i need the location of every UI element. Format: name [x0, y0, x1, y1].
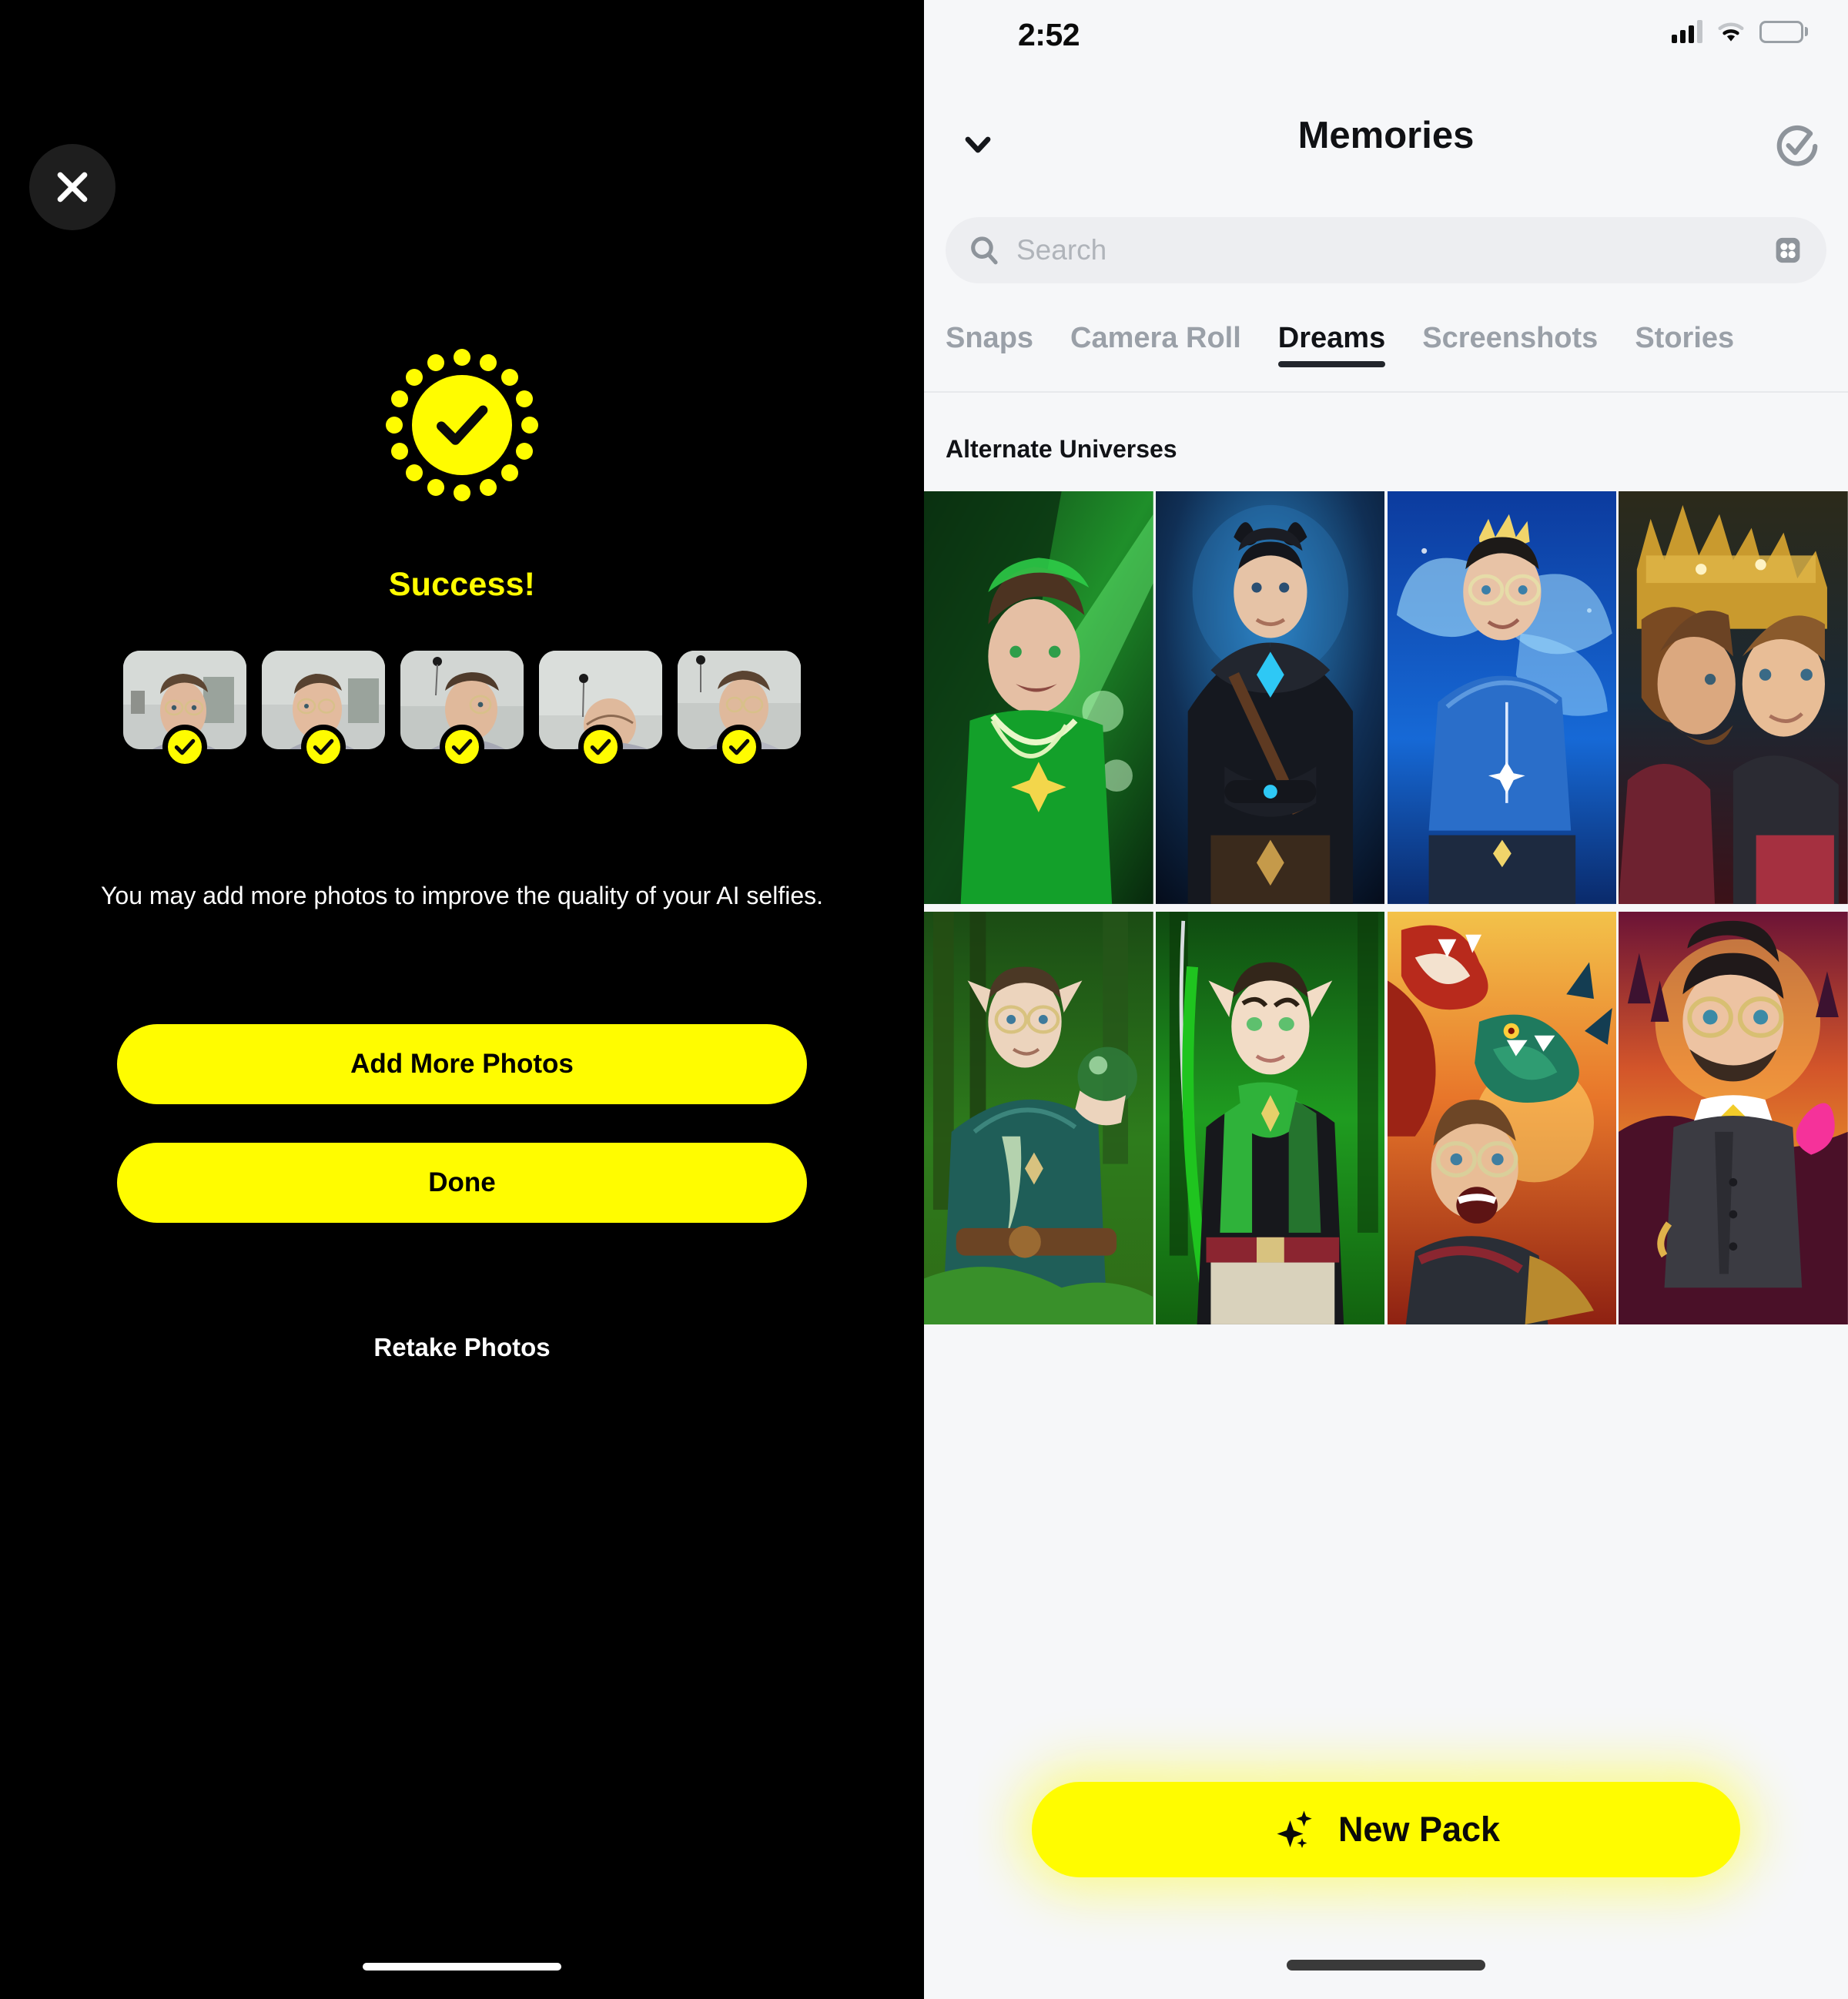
- new-pack-label: New Pack: [1337, 1810, 1501, 1849]
- burst-dot: [516, 390, 534, 408]
- burst-dot: [501, 464, 519, 482]
- thumbnail-check-badge: [717, 725, 762, 769]
- signal-bars-icon: [1672, 20, 1702, 43]
- check-circle-outline-icon: [1776, 125, 1818, 166]
- selfie-thumbnail-row: [0, 651, 924, 769]
- burst-dot: [454, 484, 470, 501]
- section-title: Alternate Universes: [946, 435, 1177, 463]
- page-title: Memories: [1297, 115, 1475, 156]
- burst-dot: [390, 442, 408, 460]
- success-label: Success!: [388, 566, 536, 603]
- success-icon-container: [0, 348, 924, 502]
- success-check-core: [412, 375, 512, 475]
- helper-text: You may add more photos to improve the q…: [101, 882, 823, 909]
- check-circle-burst-icon: [385, 348, 539, 502]
- close-icon: [57, 172, 88, 203]
- tab-screenshots[interactable]: Screenshots: [1422, 322, 1598, 372]
- status-icons: [1672, 20, 1808, 43]
- tab-dreams[interactable]: Dreams: [1277, 322, 1386, 372]
- status-time: 2:52: [1018, 17, 1080, 52]
- thumbnail-check-badge: [578, 725, 623, 769]
- dream-elf-mage[interactable]: [924, 912, 1153, 1330]
- new-pack-button[interactable]: New Pack: [1032, 1782, 1740, 1877]
- burst-dot: [454, 349, 470, 366]
- search-icon: [971, 236, 998, 265]
- grid-view-icon[interactable]: [1771, 233, 1805, 267]
- done-button[interactable]: Done: [117, 1143, 807, 1223]
- selfie-thumbnail[interactable]: [262, 651, 385, 769]
- search-bar[interactable]: [946, 217, 1826, 283]
- dreams-photo-grid: [924, 491, 1848, 1330]
- home-indicator: [1287, 1960, 1485, 1971]
- check-icon: [313, 738, 334, 755]
- burst-dot: [501, 368, 519, 386]
- sparkle-icon: [1277, 1810, 1312, 1848]
- dream-golden-kings[interactable]: [1619, 491, 1848, 909]
- tabs-divider: [924, 391, 1848, 393]
- selfie-thumbnail[interactable]: [678, 651, 801, 769]
- burst-dot: [479, 353, 497, 371]
- nav-bar: Memories: [924, 108, 1848, 182]
- burst-dot: [405, 368, 423, 386]
- select-all-button[interactable]: [1760, 109, 1834, 183]
- thumbnail-check-badge: [440, 725, 484, 769]
- close-button[interactable]: [29, 144, 116, 230]
- dream-dragon-rider[interactable]: [1387, 912, 1617, 1330]
- wifi-icon: [1716, 20, 1746, 43]
- tab-snaps[interactable]: Snaps: [946, 322, 1033, 372]
- tab-camera-roll[interactable]: Camera Roll: [1070, 322, 1241, 372]
- burst-dot: [427, 353, 445, 371]
- selfie-thumbnail[interactable]: [123, 651, 246, 769]
- memories-panel: 2:52 Memories Search Snaps Camera Roll D…: [924, 0, 1848, 1999]
- burst-dot: [479, 479, 497, 497]
- burst-dot: [405, 464, 423, 482]
- dream-winged-fairy[interactable]: [1387, 491, 1617, 909]
- tab-stories[interactable]: Stories: [1635, 322, 1734, 372]
- search-input[interactable]: [1016, 234, 1771, 266]
- burst-dot: [390, 390, 408, 408]
- thumbnail-check-badge: [162, 725, 207, 769]
- burst-dot: [516, 442, 534, 460]
- check-icon: [174, 738, 196, 755]
- add-more-photos-button[interactable]: Add More Photos: [117, 1024, 807, 1104]
- burst-dot: [521, 417, 538, 434]
- burst-dot: [427, 479, 445, 497]
- status-bar: 2:52: [924, 0, 1848, 74]
- selfie-thumbnail[interactable]: [400, 651, 524, 769]
- dream-forest-prince[interactable]: [924, 491, 1153, 909]
- screenshot-root: Success! You may add more photos to impr…: [0, 0, 1848, 1999]
- ai-selfie-success-panel: Success! You may add more photos to impr…: [0, 0, 924, 1999]
- selfie-thumbnail[interactable]: [539, 651, 662, 769]
- check-icon: [437, 405, 488, 445]
- check-icon: [590, 738, 611, 755]
- battery-icon: [1759, 20, 1808, 43]
- burst-dot: [386, 417, 403, 434]
- dream-dark-warrior[interactable]: [1155, 491, 1385, 909]
- check-icon: [451, 738, 473, 755]
- dream-elf-archer[interactable]: [1155, 912, 1385, 1330]
- dream-dapper-gentleman[interactable]: [1619, 912, 1848, 1330]
- check-icon: [728, 738, 750, 755]
- home-indicator: [363, 1963, 561, 1971]
- thumbnail-check-badge: [301, 725, 346, 769]
- memories-tabs: Snaps Camera Roll Dreams Screenshots Sto…: [924, 322, 1848, 393]
- retake-photos-button[interactable]: Retake Photos: [0, 1333, 924, 1362]
